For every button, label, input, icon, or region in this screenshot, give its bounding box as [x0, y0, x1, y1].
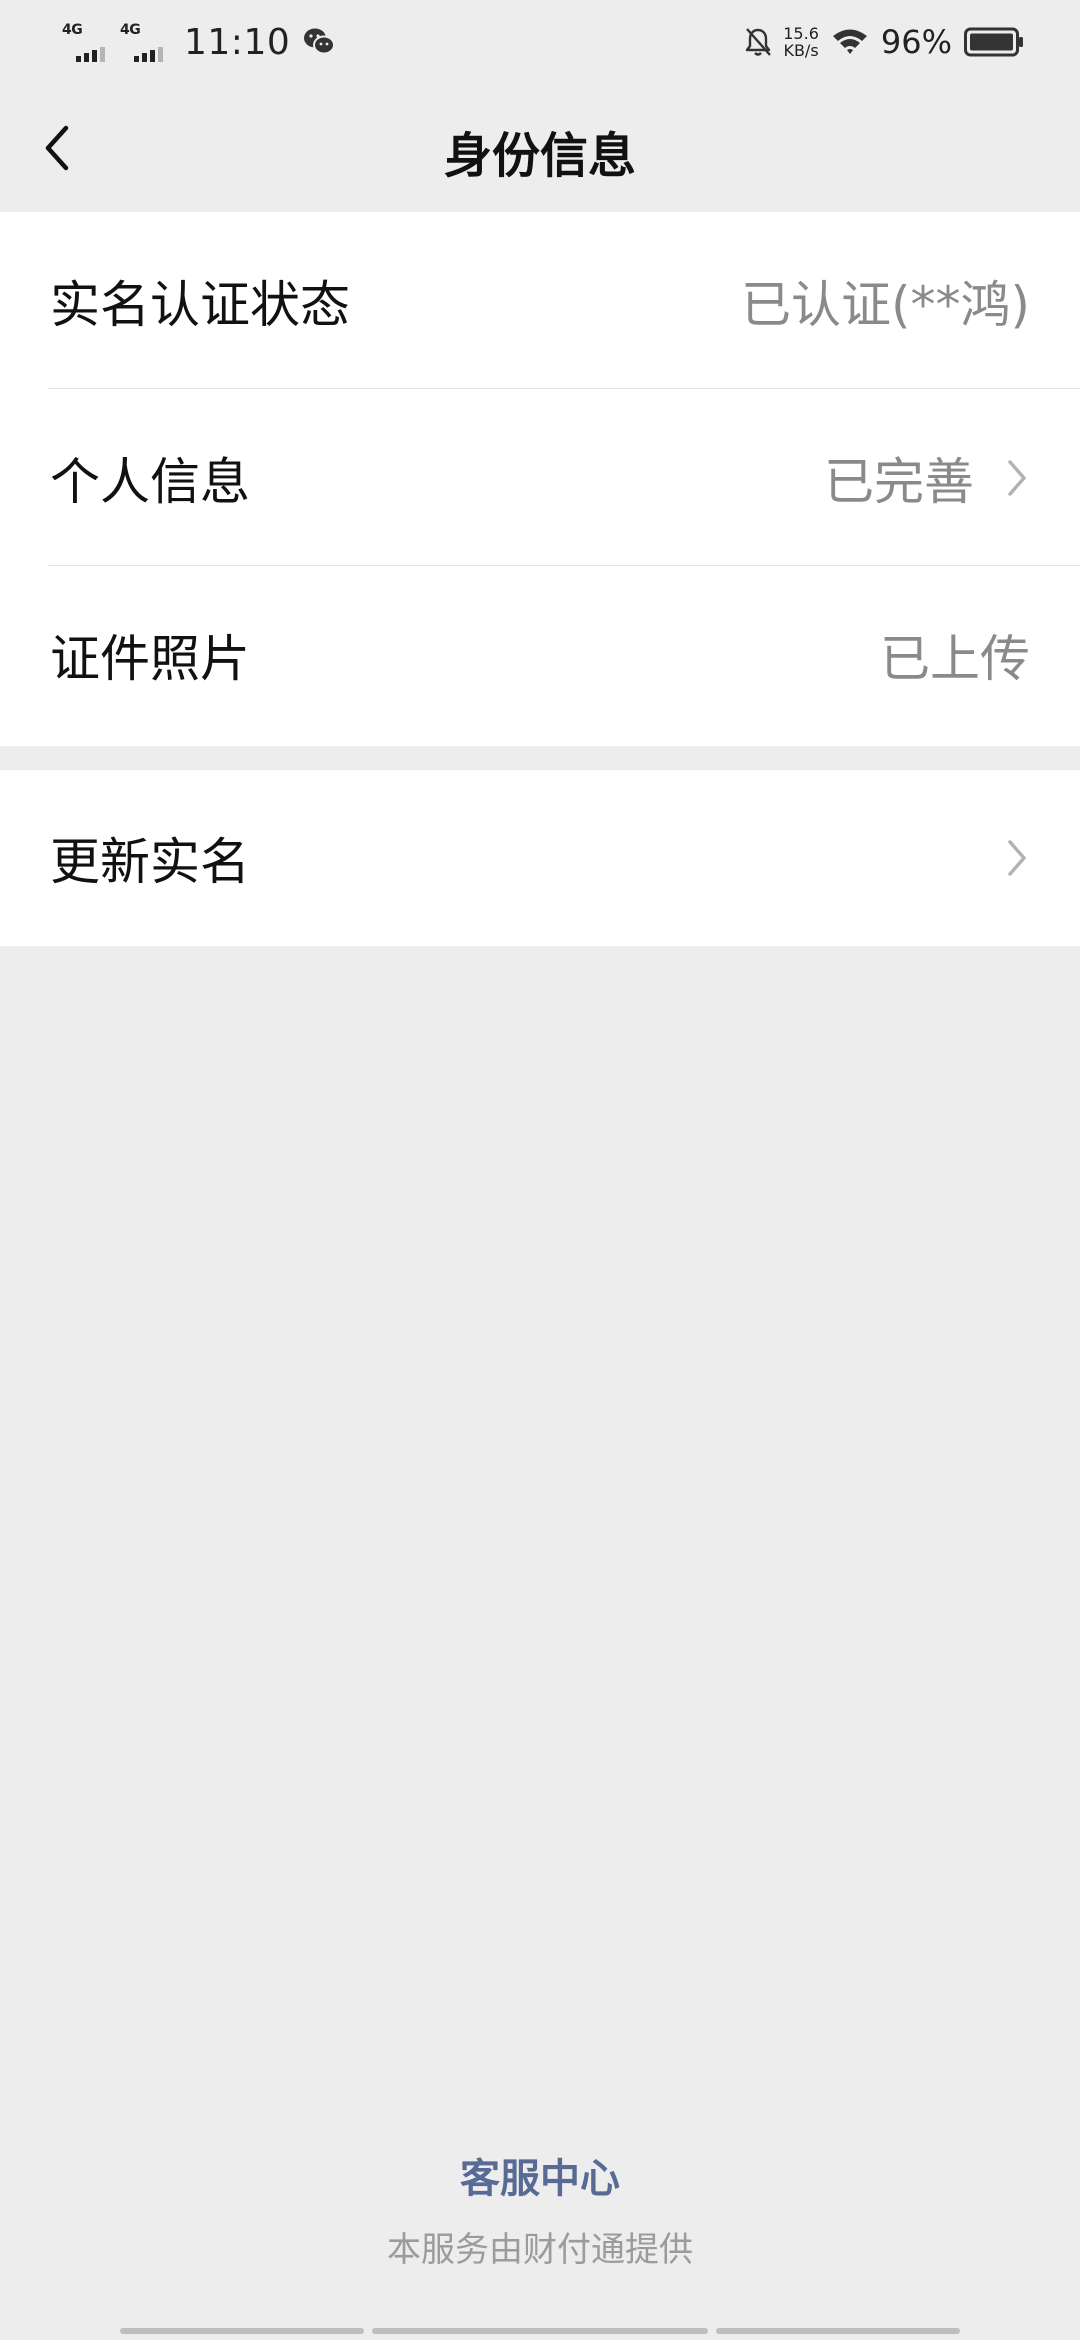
- list-item-update-real-name[interactable]: 更新实名: [0, 770, 1080, 946]
- page-title: 身份信息: [443, 128, 636, 184]
- gesture-bar-center: [372, 2328, 708, 2334]
- chevron-right-icon: [1008, 840, 1026, 876]
- battery-icon: [964, 27, 1023, 57]
- battery-percent: 96%: [880, 23, 952, 61]
- signal-2-icon: 4G: [120, 20, 170, 64]
- navigation-bar: 身份信息: [0, 84, 1080, 212]
- bell-off-icon: [746, 28, 772, 56]
- chevron-right-icon: [1008, 459, 1026, 496]
- gesture-bar-left: [120, 2328, 364, 2334]
- wifi-icon: [832, 29, 867, 54]
- list-item-id-photos: 证件照片 已上传: [0, 566, 1080, 743]
- row-label: 个人信息: [50, 452, 250, 511]
- speed-unit: KB/s: [783, 41, 819, 60]
- network-type-2: 4G: [120, 22, 141, 38]
- row-label: 更新实名: [50, 833, 250, 891]
- row-label: 实名认证状态: [50, 275, 350, 334]
- customer-service-link[interactable]: 客服中心: [0, 2146, 1080, 2204]
- status-bar: 4G 4G 11:10 15.6 KB/s 96%: [0, 0, 1080, 84]
- wechat-icon: [304, 28, 336, 55]
- row-value: 已认证(**鸿): [740, 275, 1030, 334]
- signal-1-icon: 4G: [62, 20, 112, 64]
- service-provider-note: 本服务由财付通提供: [387, 2230, 693, 2270]
- clock: 11:10: [184, 21, 291, 63]
- row-value: 已上传: [880, 629, 1030, 688]
- row-label: 证件照片: [50, 629, 250, 688]
- status-bar-right: 15.6 KB/s 96%: [743, 18, 1024, 66]
- network-speed: 15.6 KB/s: [783, 25, 819, 59]
- status-bar-left: 4G 4G 11:10: [62, 18, 336, 66]
- list-item-personal-info[interactable]: 个人信息 已完善: [0, 389, 1080, 566]
- network-type-1: 4G: [62, 22, 83, 38]
- list-item-verification-status: 实名认证状态 已认证(**鸿): [0, 212, 1080, 389]
- speed-value: 15.6: [783, 24, 819, 43]
- identity-info-list: 实名认证状态 已认证(**鸿) 个人信息 已完善 证件照片 已上传: [0, 212, 1080, 746]
- update-list: 更新实名: [0, 770, 1080, 946]
- row-value: 已完善: [824, 452, 974, 511]
- gesture-bar-right: [716, 2328, 960, 2334]
